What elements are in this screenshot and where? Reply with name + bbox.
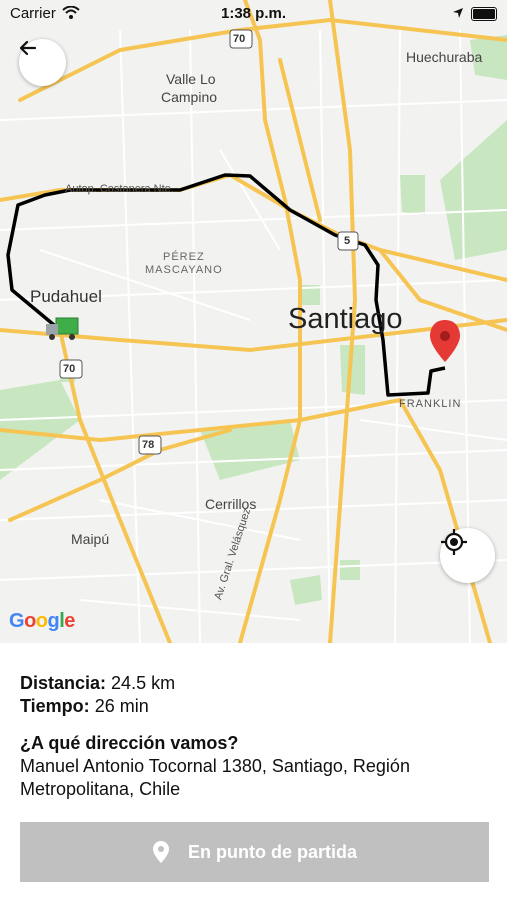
location-arrow-icon	[453, 8, 463, 18]
map-label-perez: PÉREZ	[163, 251, 205, 263]
map-view[interactable]: 70 70 5 78 Huechuraba Valle Lo Campino A…	[0, 0, 507, 643]
shield-78-label: 78	[142, 439, 155, 451]
shield-5-label: 5	[344, 235, 351, 247]
trip-info-panel: Distancia: 24.5 km Tiempo: 26 min ¿A qué…	[20, 672, 490, 801]
distance-label: Distancia:	[20, 673, 107, 693]
location-pin-icon	[152, 840, 170, 864]
distance-row: Distancia: 24.5 km	[20, 672, 490, 695]
back-button[interactable]	[19, 39, 66, 86]
destination-pin-icon	[430, 320, 460, 362]
starting-point-button-label: En punto de partida	[188, 841, 357, 862]
starting-point-button[interactable]: En punto de partida	[20, 822, 489, 882]
map-label-costanera: Autop. Costanera Nte.	[65, 183, 174, 195]
status-time: 1:38 p.m.	[220, 5, 287, 22]
map-label-pudahuel: Pudahuel	[30, 287, 102, 306]
shield-70-label: 70	[233, 33, 246, 45]
time-label: Tiempo:	[20, 696, 90, 716]
my-location-button[interactable]	[440, 528, 495, 583]
map-label-valle-lo: Valle Lo	[166, 71, 216, 87]
map-label-huechuraba: Huechuraba	[406, 49, 483, 65]
status-bar: Carrier 1:38 p.m.	[0, 0, 507, 28]
arrow-left-icon	[19, 40, 37, 56]
map-label-maipu: Maipú	[71, 531, 110, 547]
distance-value: 24.5 km	[111, 673, 176, 693]
battery-icon	[471, 7, 497, 21]
destination-address: Manuel Antonio Tocornal 1380, Santiago, …	[20, 756, 410, 799]
time-value: 26 min	[94, 696, 149, 716]
time-row: Tiempo: 26 min	[20, 695, 490, 718]
shield-70-label: 70	[63, 363, 76, 375]
map-label-campino: Campino	[161, 89, 218, 105]
map-label-franklin: FRANKLIN	[399, 398, 462, 410]
crosshair-icon	[441, 529, 467, 555]
map-label-santiago: Santiago	[288, 303, 403, 335]
map-label-mascayano: MASCAYANO	[145, 264, 223, 276]
destination-question: ¿A qué dirección vamos?	[20, 733, 239, 753]
google-logo: Google	[9, 610, 75, 632]
